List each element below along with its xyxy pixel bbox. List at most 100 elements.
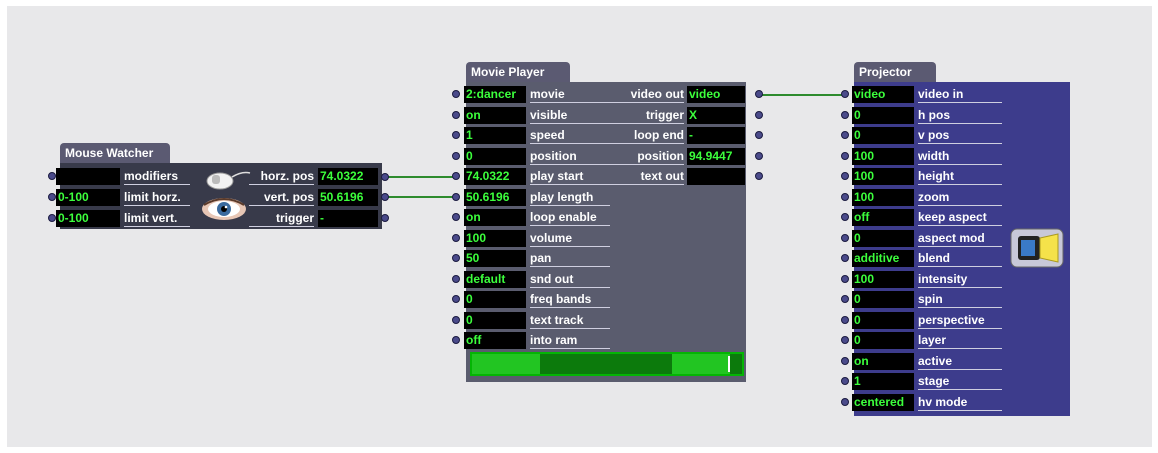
limit-horz-input-value[interactable]: 0-100 — [56, 189, 120, 206]
snd-out-input-port[interactable] — [452, 274, 460, 283]
keep-aspect-input-label: keep aspect — [918, 209, 1002, 226]
h-pos-input-label: h pos — [918, 107, 1002, 124]
perspective-input-port[interactable] — [841, 315, 849, 324]
volume-input-value[interactable]: 100 — [464, 229, 526, 247]
snd-out-input-value[interactable]: default — [464, 270, 526, 288]
position-output-value[interactable]: 94.9447 — [687, 147, 745, 165]
projector-title[interactable]: Projector — [854, 62, 936, 82]
width-input-value[interactable]: 100 — [852, 147, 914, 165]
play-length-input-value[interactable]: 50.6196 — [464, 188, 526, 206]
aspect-mod-input-port[interactable] — [841, 233, 849, 242]
pan-input-value[interactable]: 50 — [464, 250, 526, 267]
text-out-output-value[interactable] — [687, 168, 745, 185]
vert-pos-output-port[interactable] — [381, 193, 389, 201]
blend-input-port[interactable] — [841, 254, 849, 262]
loop-end-output-port[interactable] — [755, 131, 763, 139]
spin-input-label: spin — [918, 291, 1002, 308]
freq-bands-input-value[interactable]: 0 — [464, 291, 526, 308]
pan-input-port[interactable] — [452, 254, 460, 262]
keep-aspect-input-port[interactable] — [841, 213, 849, 221]
hv-mode-input-value[interactable]: centered — [852, 393, 914, 411]
keep-aspect-input-value[interactable]: off — [852, 209, 914, 226]
hv-mode-input-label: hv mode — [918, 394, 1002, 411]
into-ram-input-value[interactable]: off — [464, 332, 526, 349]
trigger-output-port[interactable] — [755, 110, 763, 119]
mouse-watcher-actor[interactable]: Mouse Watcher modifiers 0-100 limit horz… — [45, 143, 390, 233]
visible-input-value[interactable]: on — [464, 106, 526, 124]
v-pos-input-port[interactable] — [841, 131, 849, 139]
h-pos-input-port[interactable] — [841, 110, 849, 119]
movie-preview-bar[interactable] — [470, 352, 744, 376]
horz-pos-output-label: horz. pos — [249, 168, 314, 185]
layer-input-value[interactable]: 0 — [852, 332, 914, 349]
spin-input-value[interactable]: 0 — [852, 291, 914, 308]
height-input-port[interactable] — [841, 172, 849, 180]
into-ram-input-label: into ram — [530, 332, 610, 349]
active-input-value[interactable]: on — [852, 352, 914, 370]
perspective-input-label: perspective — [918, 312, 1002, 329]
position-input-port[interactable] — [452, 151, 460, 160]
trigger-output-label: trigger — [610, 107, 684, 124]
text-track-input-port[interactable] — [452, 315, 460, 324]
loop-enable-input-port[interactable] — [452, 213, 460, 221]
text-track-input-value[interactable]: 0 — [464, 311, 526, 329]
freq-bands-input-port[interactable] — [452, 295, 460, 303]
speed-input-port[interactable] — [452, 131, 460, 139]
horz-pos-output-port[interactable] — [381, 173, 389, 181]
intensity-input-port[interactable] — [841, 274, 849, 283]
height-input-value[interactable]: 100 — [852, 168, 914, 185]
limit-vert-input-value[interactable]: 0-100 — [56, 210, 120, 227]
snd-out-input-label: snd out — [530, 271, 610, 288]
v-pos-input-value[interactable]: 0 — [852, 127, 914, 144]
movie-input-value[interactable]: 2:dancer — [464, 86, 526, 103]
active-input-port[interactable] — [841, 356, 849, 365]
play-start-input-port[interactable] — [452, 172, 460, 180]
mouse-watcher-title[interactable]: Mouse Watcher — [60, 143, 170, 163]
trigger-output-value[interactable]: X — [687, 106, 745, 124]
h-pos-input-value[interactable]: 0 — [852, 106, 914, 124]
vert-pos-output-value[interactable]: 50.6196 — [318, 189, 378, 206]
position-output-port[interactable] — [755, 151, 763, 160]
volume-input-label: volume — [530, 230, 610, 247]
stage-input-value[interactable]: 1 — [852, 373, 914, 390]
speed-input-value[interactable]: 1 — [464, 127, 526, 144]
volume-input-port[interactable] — [452, 233, 460, 242]
text-out-output-port[interactable] — [755, 172, 763, 180]
play-start-input-value[interactable]: 74.0322 — [464, 168, 526, 185]
loop-enable-input-value[interactable]: on — [464, 209, 526, 226]
zoom-input-port[interactable] — [841, 192, 849, 201]
spin-input-port[interactable] — [841, 295, 849, 303]
limit-vert-input-port[interactable] — [48, 214, 56, 222]
video-in-input-port[interactable] — [841, 90, 849, 98]
video-out-output-port[interactable] — [755, 90, 763, 98]
aspect-mod-input-value[interactable]: 0 — [852, 229, 914, 247]
blend-input-value[interactable]: additive — [852, 250, 914, 267]
movie-player-title[interactable]: Movie Player — [466, 62, 570, 82]
mouse-eye-icon — [202, 171, 251, 220]
layer-input-port[interactable] — [841, 336, 849, 344]
trigger-output-value[interactable]: - — [318, 210, 378, 227]
projector-actor[interactable]: Projector video video in 0 h pos 0 v pos 100 wi… — [838, 62, 1078, 418]
modifiers-input-port[interactable] — [48, 172, 56, 180]
perspective-input-value[interactable]: 0 — [852, 311, 914, 329]
intensity-input-value[interactable]: 100 — [852, 270, 914, 288]
stage-input-label: stage — [918, 373, 1002, 390]
stage-input-port[interactable] — [841, 377, 849, 385]
trigger-output-port[interactable] — [381, 214, 389, 222]
movie-input-port[interactable] — [452, 90, 460, 98]
zoom-input-value[interactable]: 100 — [852, 188, 914, 206]
video-in-input-value[interactable]: video — [852, 86, 914, 103]
horz-pos-output-value[interactable]: 74.0322 — [318, 168, 378, 185]
position-input-value[interactable]: 0 — [464, 147, 526, 165]
video-out-output-value[interactable]: video — [687, 86, 745, 103]
limit-horz-input-port[interactable] — [48, 193, 56, 201]
play-length-input-port[interactable] — [452, 192, 460, 201]
visible-input-port[interactable] — [452, 110, 460, 119]
loop-end-output-value[interactable]: - — [687, 127, 745, 144]
text-out-output-label: text out — [610, 168, 684, 185]
hv-mode-input-port[interactable] — [841, 397, 849, 406]
modifiers-input-value[interactable] — [56, 168, 120, 185]
width-input-port[interactable] — [841, 151, 849, 160]
movie-player-actor[interactable]: Movie Player 2:dancer movie on visible 1 spee… — [450, 62, 770, 386]
into-ram-input-port[interactable] — [452, 336, 460, 344]
